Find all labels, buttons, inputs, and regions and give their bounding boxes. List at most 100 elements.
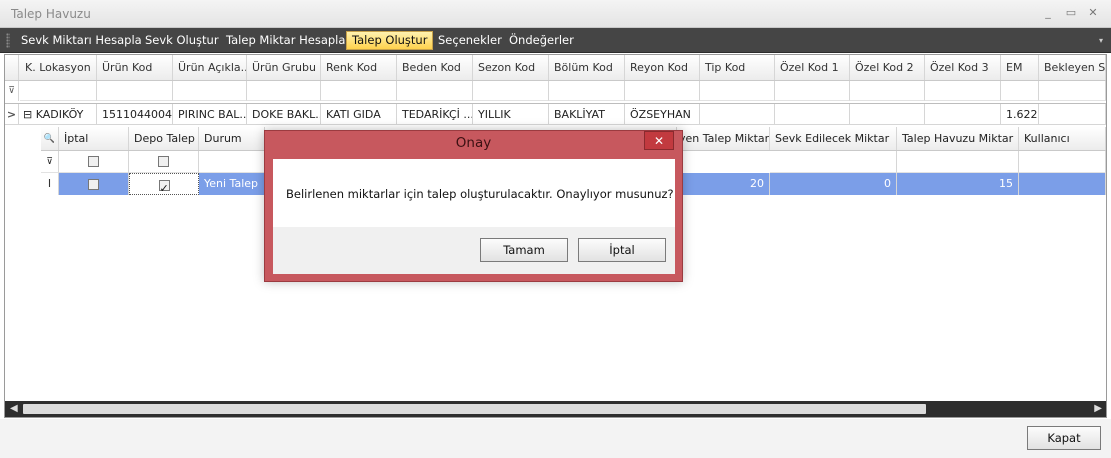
filter-cell[interactable] [473,81,549,101]
filter-cell[interactable] [199,151,265,173]
menu-sevk-miktari-hesapla[interactable]: Sevk Miktarı Hesapla [16,31,147,50]
cell-bekleyen-siparis[interactable] [1039,104,1106,124]
filter-icon[interactable]: ⊽ [5,81,19,101]
cell-sezon-kod[interactable]: YILLIK [473,104,549,124]
cell-sevk-edilecek-miktar[interactable]: 0 [770,173,897,195]
col-kullanici[interactable]: Kullanıcı [1019,127,1106,150]
filter-cell[interactable] [549,81,625,101]
close-window-icon[interactable]: ✕ [1086,6,1100,20]
col-ozel-kod-1[interactable]: Özel Kod 1 [775,55,850,80]
grid-filter-row: ⊽ [5,81,1106,101]
bottom-panel: Kapat [0,419,1111,458]
col-bolum-kod[interactable]: Bölüm Kod [549,55,625,80]
toolbar-grip-icon[interactable] [6,33,10,48]
filter-cell[interactable] [20,81,97,101]
col-sezon-kod[interactable]: Sezon Kod [473,55,549,80]
menu-ondegerler[interactable]: Öndeğerler [504,31,579,50]
dialog-body: Belirlenen miktarlar için talep oluşturu… [273,159,675,274]
col-k-lokasyon[interactable]: K. Lokasyon [20,55,97,80]
cell-ozel-kod-2[interactable] [850,104,925,124]
menu-talep-miktar-hesapla[interactable]: Talep Miktar Hesapla [221,31,350,50]
grid-header: K. Lokasyon Ürün Kod Ürün Açıkla... Ürün… [5,55,1106,81]
tamam-button[interactable]: Tamam [480,238,568,262]
window-titlebar: Talep Havuzu _ ▭ ✕ [0,0,1111,28]
filter-cell[interactable] [321,81,397,101]
cell-urun-grubu[interactable]: DOKE BAKL... [247,104,321,124]
depo-talep-checkbox[interactable] [129,173,199,195]
col-urun-aciklama[interactable]: Ürün Açıkla... [173,55,247,80]
filter-cell[interactable] [625,81,700,101]
col-em[interactable]: EM [1001,55,1039,80]
col-beden-kod[interactable]: Beden Kod [397,55,473,80]
col-bekleyen-talep-miktar[interactable]: yen Talep Miktar [677,127,770,150]
filter-cell[interactable] [97,81,173,101]
row-edit-indicator-icon: I [41,173,59,195]
kapat-button[interactable]: Kapat [1027,426,1101,450]
col-ozel-kod-2[interactable]: Özel Kod 2 [850,55,925,80]
col-tip-kod[interactable]: Tip Kod [700,55,775,80]
cell-ozel-kod-1[interactable] [775,104,850,124]
col-sevk-edilecek-miktar[interactable]: Sevk Edilecek Miktar [770,127,897,150]
col-bekleyen-siparis[interactable]: Bekleyen Sipa [1039,55,1106,80]
search-icon[interactable]: 🔍 [41,127,59,150]
cell-urun-kod[interactable]: 1511044004 [97,104,173,124]
filter-cell[interactable] [850,81,925,101]
cell-ozel-kod-3[interactable] [925,104,1001,124]
cell-renk-kod[interactable]: KATI GIDA [321,104,397,124]
cell-talep-havuzu-miktar[interactable]: 15 [897,173,1019,195]
filter-cell[interactable] [173,81,247,101]
scroll-thumb[interactable] [23,404,926,414]
menu-secenekler[interactable]: Seçenekler [433,31,507,50]
scroll-right-icon[interactable]: ▶ [1094,403,1102,414]
col-urun-grubu[interactable]: Ürün Grubu [247,55,321,80]
expand-icon[interactable]: ⊟ [23,108,32,121]
filter-cell[interactable] [770,151,897,173]
dialog-title: Onay [455,135,492,151]
col-urun-kod[interactable]: Ürün Kod [97,55,173,80]
scroll-left-icon[interactable]: ◀ [10,403,18,414]
filter-cell[interactable] [247,81,321,101]
menu-bar: Sevk Miktarı Hesapla Sevk Oluştur Talep … [0,28,1111,53]
cell-urun-aciklama[interactable]: PIRINC BAL... [173,104,247,124]
restore-icon[interactable]: ▭ [1064,6,1078,20]
iptal-checkbox[interactable] [59,173,129,195]
cell-reyon-kod[interactable]: ÖZSEYHAN [625,104,700,124]
col-ozel-kod-3[interactable]: Özel Kod 3 [925,55,1001,80]
filter-cell[interactable] [925,81,1001,101]
cell-k-lokasyon-value: KADIKÖY [35,108,84,121]
col-durum[interactable]: Durum [199,127,265,150]
cell-beden-kod[interactable]: TEDARİKÇİ ... [397,104,473,124]
cell-durum[interactable]: Yeni Talep [199,173,265,195]
filter-depo-talep-checkbox[interactable] [129,151,199,173]
filter-cell[interactable] [775,81,850,101]
cell-tip-kod[interactable] [700,104,775,124]
table-row[interactable]: > ⊟ KADIKÖY 1511044004 PIRINC BAL... DOK… [5,103,1106,125]
horizontal-scrollbar[interactable]: ◀ ▶ [5,401,1106,417]
col-renk-kod[interactable]: Renk Kod [321,55,397,80]
filter-cell[interactable] [897,151,1019,173]
filter-cell[interactable] [1001,81,1039,101]
minimize-icon[interactable]: _ [1041,6,1055,20]
col-reyon-kod[interactable]: Reyon Kod [625,55,700,80]
detail-filter-icon[interactable]: ⊽ [41,151,59,173]
filter-iptal-checkbox[interactable] [59,151,129,173]
cell-bekleyen-talep-miktar[interactable]: 20 [677,173,770,195]
filter-cell[interactable] [1019,151,1106,173]
cell-em[interactable]: 1.622 [1001,104,1039,124]
col-talep-havuzu-miktar[interactable]: Talep Havuzu Miktar [897,127,1019,150]
menu-overflow-icon[interactable]: ▾ [1099,36,1103,45]
dialog-close-icon[interactable]: ✕ [644,131,674,150]
filter-cell[interactable] [700,81,775,101]
filter-cell[interactable] [1039,81,1106,101]
cell-kullanici[interactable] [1019,173,1106,195]
cell-bolum-kod[interactable]: BAKLİYAT [549,104,625,124]
col-depo-talep[interactable]: Depo Talep [129,127,199,150]
menu-talep-olustur[interactable]: Talep Oluştur [346,31,434,50]
cell-k-lokasyon[interactable]: ⊟ KADIKÖY [20,104,97,124]
confirm-dialog: Onay ✕ Belirlenen miktarlar için talep o… [264,130,683,282]
col-iptal[interactable]: İptal [59,127,129,150]
row-indicator-icon: > [5,104,19,124]
filter-cell[interactable] [397,81,473,101]
iptal-button[interactable]: İptal [578,238,666,262]
menu-sevk-olustur[interactable]: Sevk Oluştur [140,31,224,50]
